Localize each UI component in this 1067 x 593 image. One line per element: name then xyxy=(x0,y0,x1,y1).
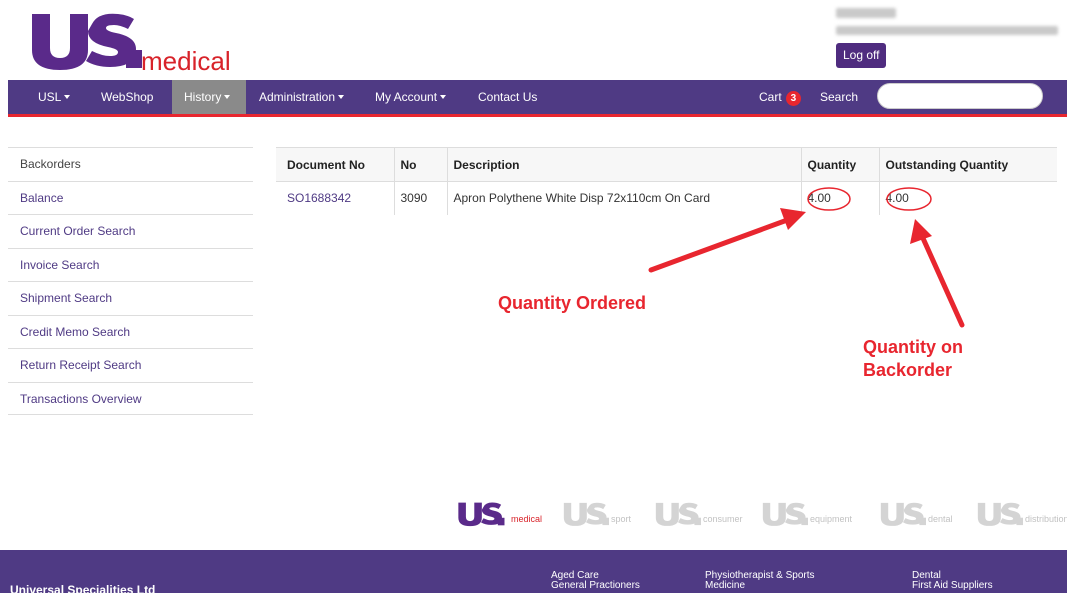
nav-administration-label: Administration xyxy=(259,90,336,104)
sidebar-item-credit-memo-search[interactable]: Credit Memo Search xyxy=(8,314,253,349)
sidebar-item-backorders[interactable]: Backorders xyxy=(8,147,253,181)
backorder-label: Backorder xyxy=(863,360,953,380)
footer-column-2: Physiotherapist & Sports Medicine xyxy=(705,571,815,591)
brand-dental-text: dental xyxy=(928,514,953,524)
cell-outstanding-quantity: 4.00 xyxy=(878,181,1057,215)
cell-no: 3090 xyxy=(393,181,447,215)
nav-my-account[interactable]: My Account xyxy=(363,80,458,114)
usl-equipment-logo-icon xyxy=(762,502,808,526)
nav-usl[interactable]: USL xyxy=(26,80,82,114)
backorders-table: Document No No Description Quantity Outs… xyxy=(276,147,1057,215)
caret-down-icon xyxy=(338,95,345,99)
nav-administration[interactable]: Administration xyxy=(247,80,356,114)
search-label: Search xyxy=(820,90,859,104)
main-navbar: USL WebShop History Administration My Ac… xyxy=(8,80,1067,117)
caret-down-icon xyxy=(224,95,231,99)
cell-description: Apron Polythene White Disp 72x110cm On C… xyxy=(446,181,801,215)
nav-history-label: History xyxy=(184,90,222,104)
footer-link-first-aid-suppliers[interactable]: First Aid Suppliers xyxy=(912,581,993,591)
cell-quantity: 4.00 xyxy=(800,181,879,215)
footer-column-1: Aged Care General Practioners xyxy=(551,571,640,591)
document-no-link[interactable]: SO1688342 xyxy=(287,191,351,205)
sidebar-item-balance[interactable]: Balance xyxy=(8,180,253,215)
user-name-redacted xyxy=(836,8,896,18)
arrow-to-quantity-icon xyxy=(648,208,806,273)
nav-usl-label: USL xyxy=(38,90,62,104)
brand-medical-text: medical xyxy=(511,514,543,524)
usl-medical-logo-icon xyxy=(458,502,505,527)
header-description[interactable]: Description xyxy=(446,147,801,182)
footer-column-3: Dental First Aid Suppliers xyxy=(912,571,993,591)
page: medical Log off USL WebShop History Admi… xyxy=(0,0,1067,593)
sidebar-item-invoice-search[interactable]: Invoice Search xyxy=(8,247,253,282)
brand-sport-text: sport xyxy=(611,514,632,524)
nav-webshop-label: WebShop xyxy=(101,90,154,104)
usl-dental-logo-icon xyxy=(880,502,926,526)
usl-medical-logo[interactable]: medical xyxy=(30,10,240,76)
arrow-to-outstanding-icon xyxy=(910,219,965,328)
history-sidebar: Backorders Balance Current Order Search … xyxy=(8,147,253,415)
sidebar-item-transactions-overview[interactable]: Transactions Overview xyxy=(8,381,253,415)
logoff-button[interactable]: Log off xyxy=(836,43,887,68)
usl-consumer-logo-icon xyxy=(655,502,701,526)
usl-logo-mark-icon xyxy=(32,13,142,70)
sidebar-item-return-receipt-search[interactable]: Return Receipt Search xyxy=(8,348,253,382)
header-document-no[interactable]: Document No xyxy=(276,147,394,182)
brand-distribution-text: distribution xyxy=(1025,514,1067,524)
search-input[interactable] xyxy=(877,83,1043,109)
header-quantity[interactable]: Quantity xyxy=(800,147,879,182)
cart-count-badge: 3 xyxy=(785,91,802,106)
cell-document-no: SO1688342 xyxy=(276,182,394,215)
nav-history[interactable]: History xyxy=(172,80,246,114)
table-header-row: Document No No Description Quantity Outs… xyxy=(276,147,1057,182)
footer-company-name: Universal Specialities Ltd xyxy=(10,583,156,593)
header-outstanding-quantity[interactable]: Outstanding Quantity xyxy=(878,147,1057,182)
nav-webshop[interactable]: WebShop xyxy=(89,80,165,114)
footer-link-sports-medicine[interactable]: Medicine xyxy=(705,581,815,591)
logo-text: medical xyxy=(141,46,231,76)
cart-label: Cart xyxy=(759,90,782,104)
footer: Universal Specialities Ltd Aged Care Gen… xyxy=(0,550,1067,593)
brand-consumer-text: consumer xyxy=(703,514,743,524)
table-row: SO1688342 3090 Apron Polythene White Dis… xyxy=(276,181,1057,215)
header-no[interactable]: No xyxy=(393,147,447,182)
sidebar-item-current-order-search[interactable]: Current Order Search xyxy=(8,214,253,248)
nav-my-account-label: My Account xyxy=(375,90,438,104)
user-email-redacted xyxy=(836,26,1058,35)
quantity-on-label: Quantity on xyxy=(863,337,963,357)
brand-strip: medical sport consumer equipment dental … xyxy=(455,498,1067,534)
quantity-ordered-label: Quantity Ordered xyxy=(498,293,647,313)
usl-sport-logo-icon xyxy=(563,502,609,526)
nav-contact-us-label: Contact Us xyxy=(478,90,538,104)
nav-contact-us[interactable]: Contact Us xyxy=(466,80,549,114)
sidebar-item-shipment-search[interactable]: Shipment Search xyxy=(8,281,253,315)
nav-cart[interactable]: Cart 3 xyxy=(747,80,813,114)
brand-equipment-text: equipment xyxy=(810,514,853,524)
caret-down-icon xyxy=(440,95,447,99)
caret-down-icon xyxy=(64,95,71,99)
header: medical Log off xyxy=(0,0,1067,80)
user-info xyxy=(836,8,1061,35)
footer-link-general-practioners[interactable]: General Practioners xyxy=(551,581,640,591)
usl-distribution-logo-icon xyxy=(977,502,1023,526)
